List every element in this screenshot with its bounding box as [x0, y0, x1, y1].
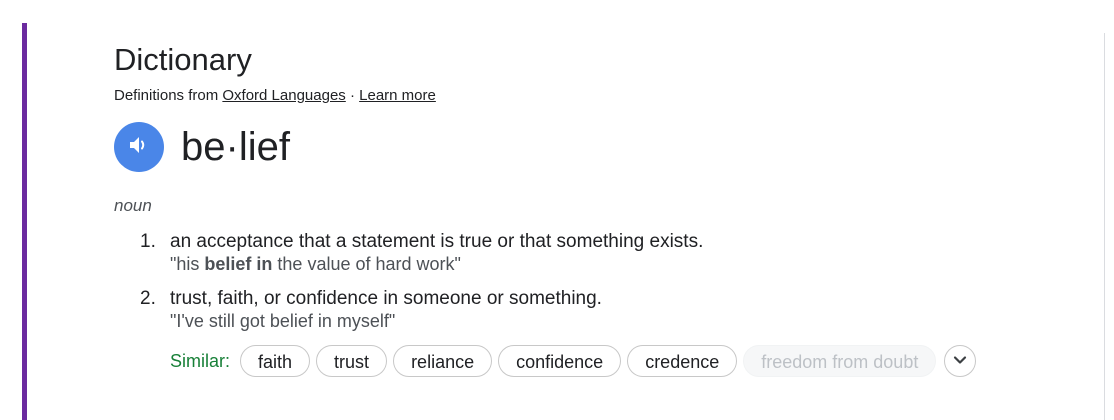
similar-chip-reliance[interactable]: reliance [393, 345, 493, 377]
expand-similar-button[interactable] [944, 345, 977, 377]
definition-item: 2. trust, faith, or confidence in someon… [140, 287, 1094, 332]
definition-item: 1. an acceptance that a statement is tru… [140, 230, 1094, 275]
separator: · [345, 87, 360, 104]
divider [1104, 33, 1105, 420]
similar-chip-credence[interactable]: credence [627, 345, 738, 377]
definition-text: trust, faith, or confidence in someone o… [170, 288, 602, 309]
similar-label: Similar: [170, 350, 231, 371]
similar-chip-trust[interactable]: trust [316, 345, 388, 377]
learn-more-link[interactable]: Learn more [359, 87, 436, 104]
similar-chip-freedom-from-doubt[interactable]: freedom from doubt [743, 345, 937, 377]
headword-row: be·lief [114, 120, 1094, 174]
example-bold: belief in [204, 254, 273, 274]
definition-body: trust, faith, or confidence in someone o… [170, 287, 1094, 332]
source-line: Definitions from Oxford Languages · Lear… [114, 86, 1094, 106]
oxford-languages-link[interactable]: Oxford Languages [222, 87, 345, 104]
pronunciation-button[interactable] [114, 122, 164, 172]
part-of-speech: noun [114, 196, 152, 215]
accent-bar [22, 23, 27, 420]
definition-example: "his belief in the value of hard work" [170, 253, 1094, 275]
definitions-list: 1. an acceptance that a statement is tru… [140, 230, 1094, 332]
chevron-down-icon [953, 352, 967, 370]
definition-example: "I've still got belief in myself" [170, 311, 396, 331]
definition-number: 1. [140, 231, 156, 252]
example-close: the value of hard work" [272, 254, 461, 274]
definition-number: 2. [140, 288, 156, 309]
definition-body: an acceptance that a statement is true o… [170, 230, 1094, 275]
similar-words-row: Similar: faith trust reliance confidence… [170, 344, 1094, 378]
definition-text: an acceptance that a statement is true o… [170, 231, 704, 252]
example-open: "his [170, 254, 205, 274]
headword: be·lief [181, 125, 290, 169]
similar-chip-faith[interactable]: faith [240, 345, 311, 377]
dictionary-card: Dictionary Definitions from Oxford Langu… [0, 0, 1114, 420]
source-prefix: Definitions from [114, 87, 223, 104]
card-content: Dictionary Definitions from Oxford Langu… [114, 40, 1094, 378]
similar-chip-confidence[interactable]: confidence [498, 345, 622, 377]
card-title: Dictionary [114, 42, 252, 77]
speaker-icon [128, 135, 150, 160]
